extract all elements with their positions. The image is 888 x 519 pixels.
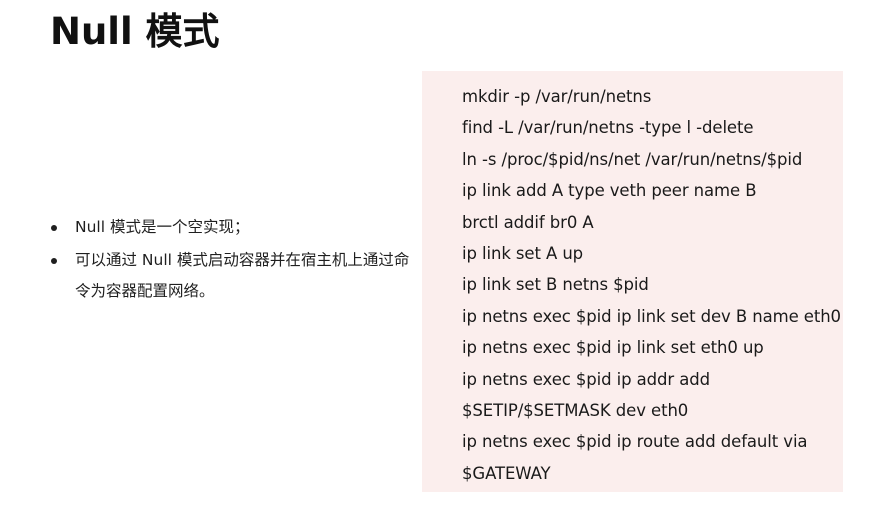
code-line: brctl addif br0 A — [462, 212, 594, 232]
bullet-dot-icon — [51, 225, 57, 231]
code-line: ip netns exec $pid ip addr add — [462, 369, 710, 389]
code-line: ip link add A type veth peer name B — [462, 181, 757, 201]
code-line: ip netns exec $pid ip route add default … — [462, 432, 808, 452]
code-line: find -L /var/run/netns -type l -delete — [462, 118, 754, 138]
code-line: $SETIP/$SETMASK dev eth0 — [462, 401, 689, 421]
code-panel: mkdir -p /var/run/netns find -L /var/run… — [422, 71, 843, 492]
bullet-item: 可以通过 Null 模式启动容器并在宿主机上通过命令为容器配置网络。 — [48, 245, 418, 307]
code-line: ip netns exec $pid ip link set dev B nam… — [462, 306, 841, 326]
bullet-text: Null 模式是一个空实现； — [75, 218, 250, 236]
code-line: ln -s /proc/$pid/ns/net /var/run/netns/$… — [462, 149, 803, 169]
bullet-list: Null 模式是一个空实现； 可以通过 Null 模式启动容器并在宿主机上通过命… — [48, 212, 418, 309]
bullet-item: Null 模式是一个空实现； — [48, 212, 418, 243]
slide-title: Null 模式 — [50, 10, 220, 53]
bullet-text: 可以通过 Null 模式启动容器并在宿主机上通过命令为容器配置网络。 — [75, 251, 410, 300]
code-lines: mkdir -p /var/run/netns find -L /var/run… — [462, 81, 841, 489]
code-line: $GATEWAY — [462, 463, 551, 483]
code-line: ip netns exec $pid ip link set eth0 up — [462, 338, 764, 358]
code-line: ip link set A up — [462, 244, 584, 264]
code-line: mkdir -p /var/run/netns — [462, 87, 652, 106]
bullet-dot-icon — [51, 258, 57, 264]
code-line: ip link set B netns $pid — [462, 275, 649, 295]
